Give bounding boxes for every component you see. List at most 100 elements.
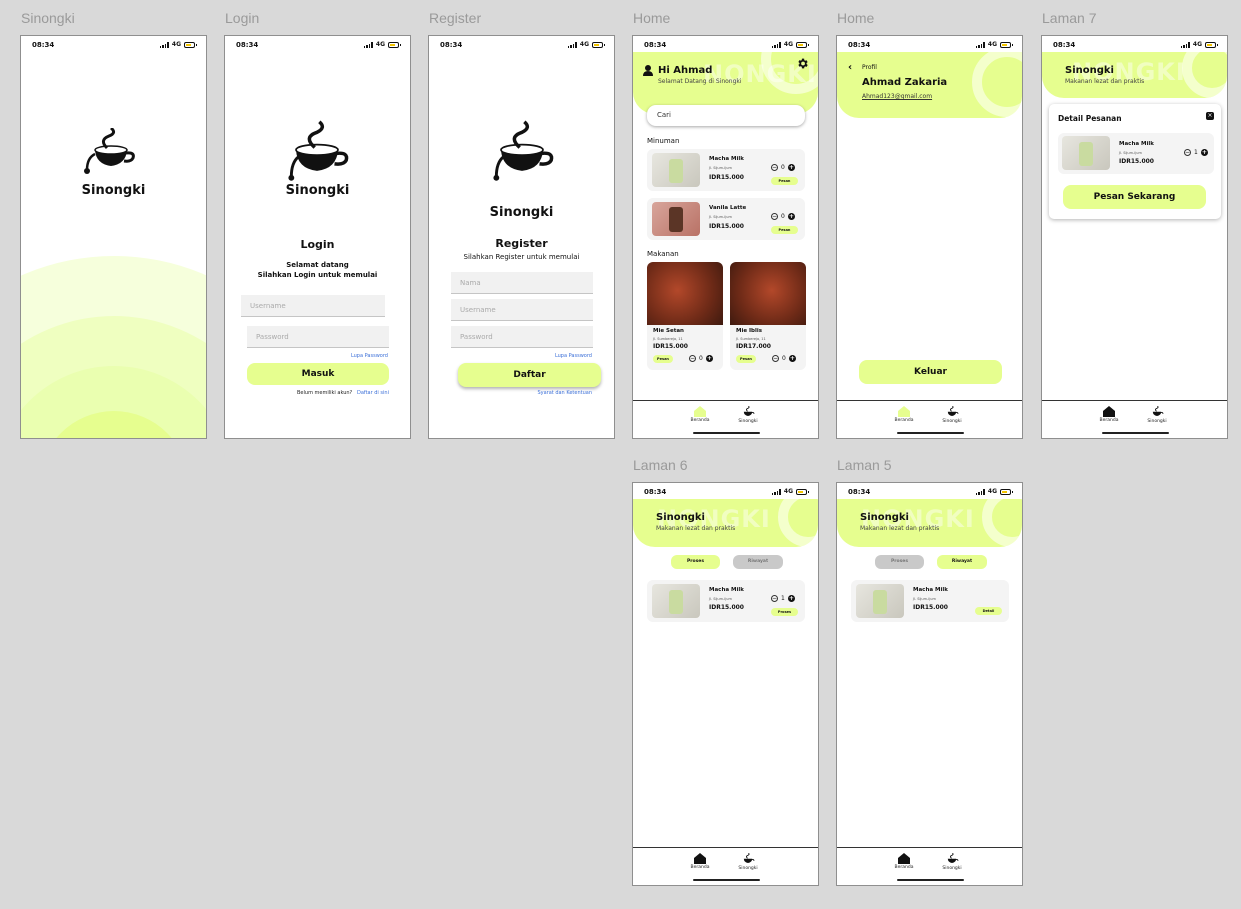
product-address: Jl. Sijum-ijum [709,215,732,219]
order-detail-screen: 08:34 4G NONGKI Sinongki Makanan lezat d… [1041,35,1228,439]
nav-item-home[interactable]: Beranda [884,853,924,870]
profile-screen: 08:34 4G ‹ Profil Ahmad Zakaria Ahmad123… [836,35,1023,439]
nav-item-brand[interactable]: Sinongki [728,406,768,424]
logout-button[interactable]: Keluar [859,360,1002,384]
brand-name: Sinongki [81,183,146,198]
search-input[interactable]: Cari [647,105,805,126]
order-now-button[interactable]: Pesan Sekarang [1063,185,1206,209]
quantity-value: 0 [782,355,786,362]
order-button[interactable]: Pesan [736,355,756,363]
process-button[interactable]: Proses [771,608,798,616]
forgot-password-link[interactable]: Lupa Password [555,353,592,359]
gear-icon[interactable] [796,57,809,70]
page-header: NONGKI [633,499,818,547]
detail-title: Detail Pesanan [1058,114,1122,123]
list-item[interactable]: Mie Setan Jl. Sumberejo, 11 IDR15.000 Pe… [647,262,723,370]
quantity-stepper[interactable]: −0 + [772,355,796,362]
product-image [1062,136,1110,170]
frame-label: Login [225,10,260,26]
quantity-stepper[interactable]: −0 + [771,164,795,171]
status-time: 08:34 [1053,41,1076,49]
plus-icon[interactable]: + [788,355,796,362]
nav-item-brand[interactable]: Sinongki [932,406,972,424]
product-image [652,202,700,236]
tab-history[interactable]: Riwayat [937,555,987,569]
register-link[interactable]: Daftar di sini [357,390,389,396]
product-name: Macha Milk [913,587,948,593]
quantity-stepper[interactable]: −1 + [771,595,795,602]
nav-item-home[interactable]: Beranda [680,406,720,423]
quantity-stepper[interactable]: −1 + [1184,149,1208,156]
no-account-text: Belum memiliki akun? [297,390,353,396]
nav-label: Beranda [894,865,914,870]
cup-logo-icon [1152,406,1164,416]
username-input[interactable]: Username [451,299,593,321]
password-input[interactable]: Password [247,326,389,348]
password-input[interactable]: Password [451,326,593,348]
nav-label: Sinongki [942,866,962,871]
quantity-stepper[interactable]: −0 + [689,355,713,362]
list-item[interactable]: Macha Milk Jl. Sijum-ijum IDR15.000 Deta… [851,580,1009,622]
order-detail-card: Detail Pesanan × Macha Milk Jl. Sijum-ij… [1049,104,1221,219]
quantity-stepper[interactable]: −0 + [771,213,795,220]
plus-icon[interactable]: + [787,164,795,171]
list-item[interactable]: Macha Milk Jl. Sijum-ijum IDR15.000 −0 + … [647,149,805,191]
cup-logo-icon [947,406,959,416]
status-time: 08:34 [848,488,871,496]
minus-icon[interactable]: − [1184,149,1191,156]
product-address: Jl. Sijum-ijum [709,166,732,170]
nav-item-brand[interactable]: Sinongki [932,853,972,871]
order-button[interactable]: Pesan [653,355,673,363]
nav-item-home[interactable]: Beranda [1089,406,1129,423]
cup-logo-icon [493,120,554,181]
order-button[interactable]: Pesan [771,177,798,185]
close-icon[interactable]: × [1206,112,1214,120]
bottom-nav: Beranda Sinongki [837,400,1022,438]
product-address: Jl. Sijum-ijum [709,597,732,601]
user-icon [643,65,653,76]
status-time: 08:34 [848,41,871,49]
product-price: IDR15.000 [709,174,744,181]
list-item[interactable]: Vanila Latte Jl. Sijum-ijum IDR15.000 −0… [647,198,805,240]
signal-icon [975,41,985,48]
plus-icon[interactable]: + [705,355,713,362]
plus-icon[interactable]: + [787,213,795,220]
nav-item-brand[interactable]: Sinongki [728,853,768,871]
minus-icon[interactable]: − [771,164,778,171]
detail-button[interactable]: Detail [975,607,1002,615]
forgot-password-link[interactable]: Lupa Password [351,353,388,359]
register-button[interactable]: Daftar [458,363,601,387]
status-bar: 08:34 4G [21,36,206,54]
order-button[interactable]: Pesan [771,226,798,234]
plus-icon[interactable]: + [1200,149,1208,156]
tab-process[interactable]: Proses [875,555,924,569]
status-bar: 08:34 4G [633,36,818,54]
name-input[interactable]: Nama [451,272,593,294]
tagline: Makanan lezat dan praktis [656,525,736,532]
minus-icon[interactable]: − [771,213,778,220]
nav-item-brand[interactable]: Sinongki [1137,406,1177,424]
terms-link[interactable]: Syarat dan Ketentuan [537,390,592,396]
back-icon[interactable]: ‹ [848,62,852,73]
nav-item-home[interactable]: Beranda [680,853,720,870]
username-input[interactable]: Username [241,295,385,317]
status-bar: 08:34 4G [225,36,410,54]
nav-item-home[interactable]: Beranda [884,406,924,423]
minus-icon[interactable]: − [771,595,778,602]
product-price: IDR15.000 [709,223,744,230]
minus-icon[interactable]: − [772,355,779,362]
nav-label: Sinongki [942,419,962,424]
product-name: Mie Iblis [736,328,763,334]
product-address: Jl. Sumberejo, 11 [653,337,683,341]
login-button[interactable]: Masuk [247,363,389,385]
minus-icon[interactable]: − [689,355,696,362]
list-item[interactable]: Mie Iblis Jl. Sumberejo, 11 IDR17.000 Pe… [730,262,806,370]
tab-process[interactable]: Proses [671,555,720,569]
home-icon [898,853,910,864]
frame-label: Laman 6 [633,457,688,473]
plus-icon[interactable]: + [787,595,795,602]
nav-label: Beranda [894,418,914,423]
product-name: Macha Milk [1119,141,1154,147]
list-item[interactable]: Macha Milk Jl. Sijum-ijum IDR15.000 −1 + … [647,580,805,622]
tab-history[interactable]: Riwayat [733,555,783,569]
